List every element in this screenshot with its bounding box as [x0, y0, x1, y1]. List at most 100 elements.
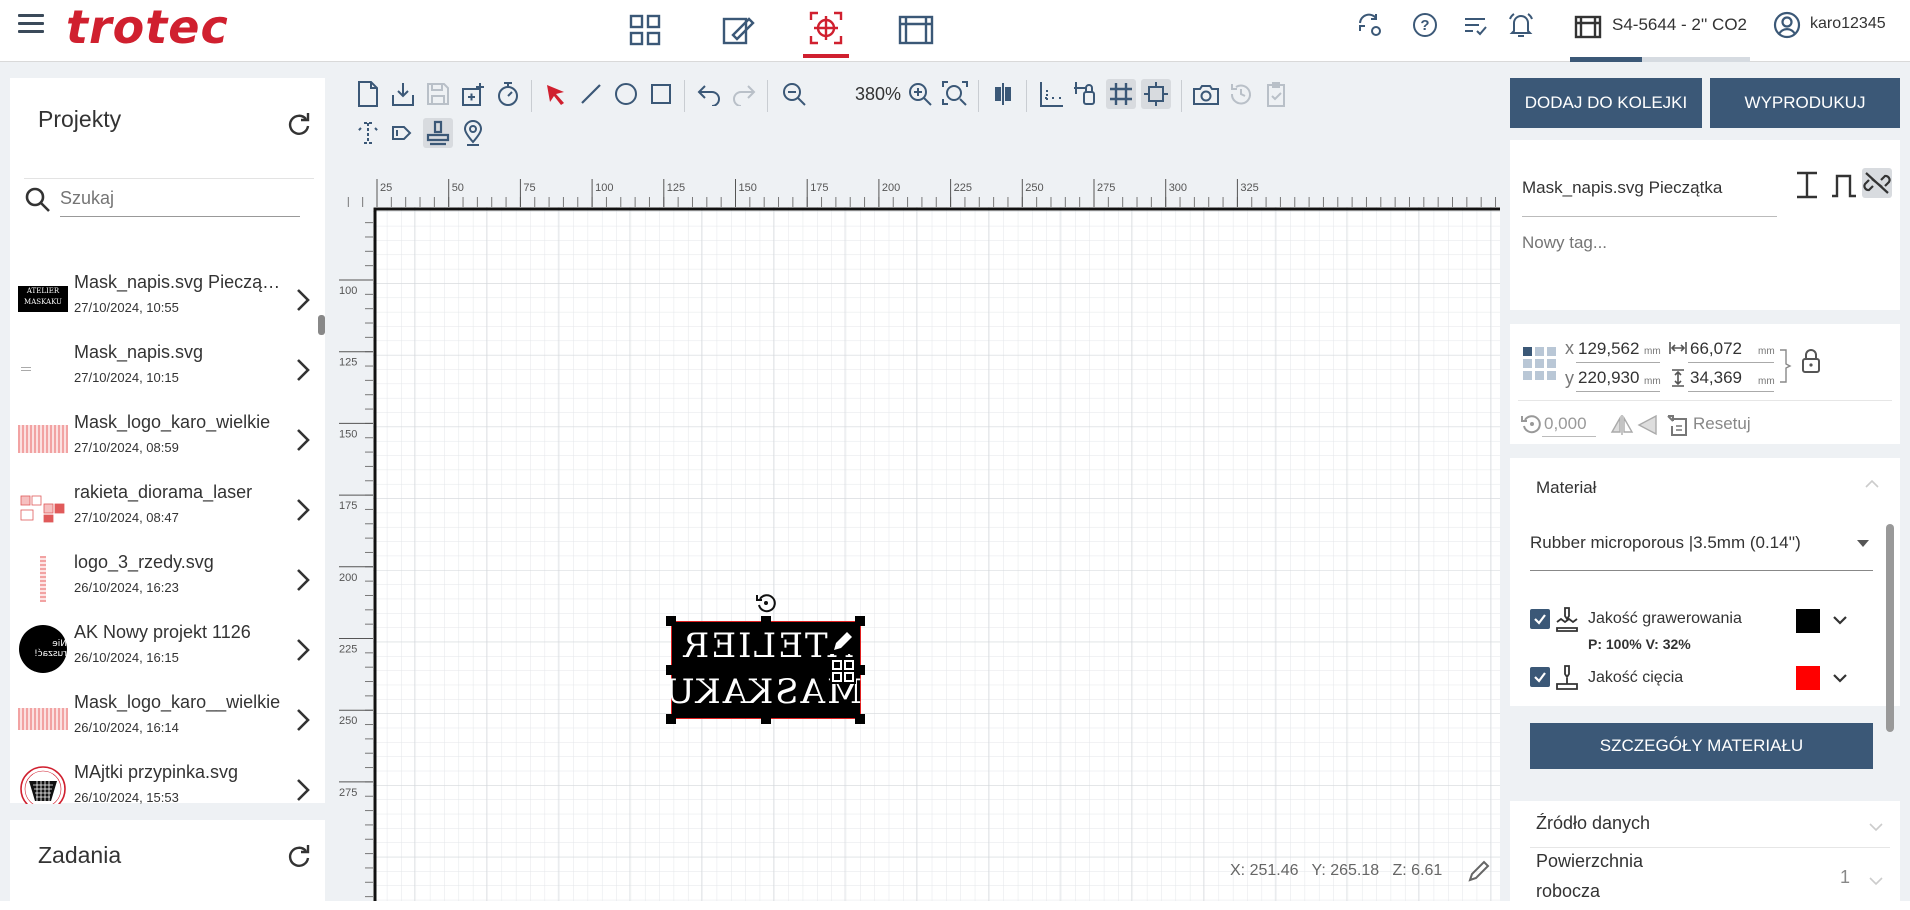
new-file-icon[interactable]: [353, 79, 383, 109]
location-pin-icon[interactable]: [458, 118, 488, 148]
undo-icon[interactable]: [694, 79, 724, 109]
cut-checkbox[interactable]: [1530, 667, 1550, 687]
unlink-button[interactable]: [1862, 168, 1892, 198]
align-icon[interactable]: [988, 79, 1018, 109]
data-source-title: Źródło danych: [1536, 813, 1651, 833]
checklist-icon[interactable]: [1460, 10, 1490, 40]
width-value[interactable]: 66,072: [1690, 339, 1742, 359]
right-panel-scrollbar[interactable]: [1886, 524, 1894, 732]
barcode-tag-icon[interactable]: [388, 118, 418, 148]
distribute-icon[interactable]: [1036, 79, 1066, 109]
redo-icon[interactable]: [729, 79, 759, 109]
edit-object-button[interactable]: [830, 628, 856, 654]
projects-scrollbar[interactable]: [318, 315, 325, 335]
history-icon[interactable]: [1226, 79, 1256, 109]
camera-icon[interactable]: [1191, 79, 1221, 109]
chevron-right-icon[interactable]: [294, 706, 312, 734]
clipboard-check-icon[interactable]: [1261, 79, 1291, 109]
list-item[interactable]: rakieta_diorama_laser 27/10/2024, 08:47: [10, 474, 325, 544]
engrave-color-swatch[interactable]: [1796, 609, 1820, 633]
machine-selector[interactable]: S4-5644 - 2'' CO2: [1570, 0, 1750, 62]
add-to-queue-button[interactable]: DODAJ DO KOLEJKI: [1510, 78, 1702, 128]
add-photo-icon[interactable]: [458, 79, 488, 109]
rotation-value[interactable]: 0,000: [1544, 414, 1587, 434]
timer-icon[interactable]: [493, 79, 523, 109]
list-item[interactable]: Mask_logo_karo_wielkie 27/10/2024, 08:59: [10, 404, 325, 474]
search-input[interactable]: [60, 181, 300, 217]
edit-coordinates-icon[interactable]: [1467, 859, 1491, 883]
chevron-right-icon[interactable]: [294, 566, 312, 594]
reset-icon[interactable]: [1664, 412, 1690, 438]
list-item[interactable]: logo_3_rzedy.svg 26/10/2024, 16:23: [10, 544, 325, 614]
tab-production[interactable]: [893, 2, 939, 58]
zoom-fit-icon[interactable]: [940, 79, 970, 109]
new-tag-input[interactable]: [1522, 228, 1882, 258]
tab-design[interactable]: [715, 2, 761, 58]
project-name: logo_3_rzedy.svg: [74, 552, 214, 572]
material-select[interactable]: Rubber microporous |3.5mm (0.14''): [1530, 533, 1801, 553]
work-surface-value[interactable]: 1: [1840, 867, 1850, 888]
chevron-right-icon[interactable]: [294, 286, 312, 314]
list-item[interactable]: ATELIER MASKAKU Mask_napis.svg Pieczątka …: [10, 264, 325, 334]
rotate-handle-icon[interactable]: [754, 591, 778, 615]
select-arrow-icon[interactable]: [541, 79, 571, 109]
height-value[interactable]: 34,369: [1690, 368, 1742, 388]
selected-stamp-object[interactable]: ATELIER MASKAKU: [664, 621, 862, 719]
ellipse-tool-icon[interactable]: [611, 79, 641, 109]
chevron-down-icon[interactable]: [1832, 614, 1848, 626]
list-item[interactable]: Nie ruszać! AK Nowy projekt 1126 26/10/2…: [10, 614, 325, 684]
cut-color-swatch[interactable]: [1796, 666, 1820, 690]
notification-bell-icon[interactable]: [1506, 10, 1536, 40]
engrave-checkbox[interactable]: [1530, 609, 1550, 629]
ruler-x-label: 225: [954, 182, 972, 194]
sync-settings-icon[interactable]: [1355, 10, 1385, 40]
refresh-tasks-icon[interactable]: [286, 844, 312, 870]
chevron-right-icon[interactable]: [294, 776, 312, 804]
lock-icon[interactable]: [1800, 348, 1822, 374]
stamp-icon[interactable]: [423, 118, 453, 148]
fit-frame-icon[interactable]: [1141, 79, 1171, 109]
chevron-down-icon[interactable]: [1832, 672, 1848, 684]
chevron-down-icon[interactable]: [1868, 875, 1884, 887]
user-avatar-icon[interactable]: [1772, 10, 1802, 40]
line-tool-icon[interactable]: [576, 79, 606, 109]
chevron-right-icon[interactable]: [294, 356, 312, 384]
mirror-vertical-icon[interactable]: [1636, 414, 1658, 436]
reset-button[interactable]: Resetuj: [1693, 414, 1751, 434]
anchor-grid-icon[interactable]: [1522, 346, 1558, 382]
import-icon[interactable]: [388, 79, 418, 109]
chevron-right-icon[interactable]: [294, 636, 312, 664]
list-item[interactable]: MAjtki przypinka.svg 26/10/2024, 15:53: [10, 754, 325, 804]
chevron-up-icon[interactable]: [1864, 478, 1880, 490]
snap-icon[interactable]: [1071, 79, 1101, 109]
menu-icon[interactable]: [18, 14, 44, 34]
chevron-down-icon[interactable]: [1868, 821, 1884, 833]
list-item[interactable]: Mask_logo_karo__wielkie 26/10/2024, 16:1…: [10, 684, 325, 754]
text-cursor-icon[interactable]: [353, 118, 383, 148]
list-item[interactable]: Mask_napis.svg 27/10/2024, 10:15: [10, 334, 325, 404]
username[interactable]: karo12345: [1810, 15, 1886, 33]
rectangle-tool-icon[interactable]: [646, 79, 676, 109]
design-canvas[interactable]: ATELIER MASKAKU: [373, 207, 1500, 901]
project-thumbnail: [18, 766, 68, 804]
produce-button[interactable]: WYPRODUKUJ: [1710, 78, 1900, 128]
grid-toggle-icon[interactable]: [1106, 79, 1136, 109]
tab-prepare[interactable]: [803, 2, 849, 58]
x-value[interactable]: 129,562: [1578, 339, 1639, 359]
pulse-icon[interactable]: [1830, 172, 1858, 198]
tab-dashboard[interactable]: [622, 2, 668, 58]
y-value[interactable]: 220,930: [1578, 368, 1639, 388]
zoom-in-icon[interactable]: [905, 79, 935, 109]
chevron-right-icon[interactable]: [294, 496, 312, 524]
refresh-projects-icon[interactable]: [286, 112, 312, 138]
job-name[interactable]: Mask_napis.svg Pieczątka: [1522, 178, 1722, 198]
text-height-icon[interactable]: [1794, 170, 1820, 200]
dropdown-caret-icon[interactable]: [1856, 538, 1870, 548]
save-icon[interactable]: [423, 79, 453, 109]
mirror-horizontal-icon[interactable]: [1610, 414, 1634, 436]
chevron-right-icon[interactable]: [294, 426, 312, 454]
zoom-out-icon[interactable]: [779, 79, 809, 109]
material-details-button[interactable]: SZCZEGÓŁY MATERIAŁU: [1530, 723, 1873, 769]
help-icon[interactable]: ?: [1410, 10, 1440, 40]
object-grid-button[interactable]: [830, 658, 856, 684]
